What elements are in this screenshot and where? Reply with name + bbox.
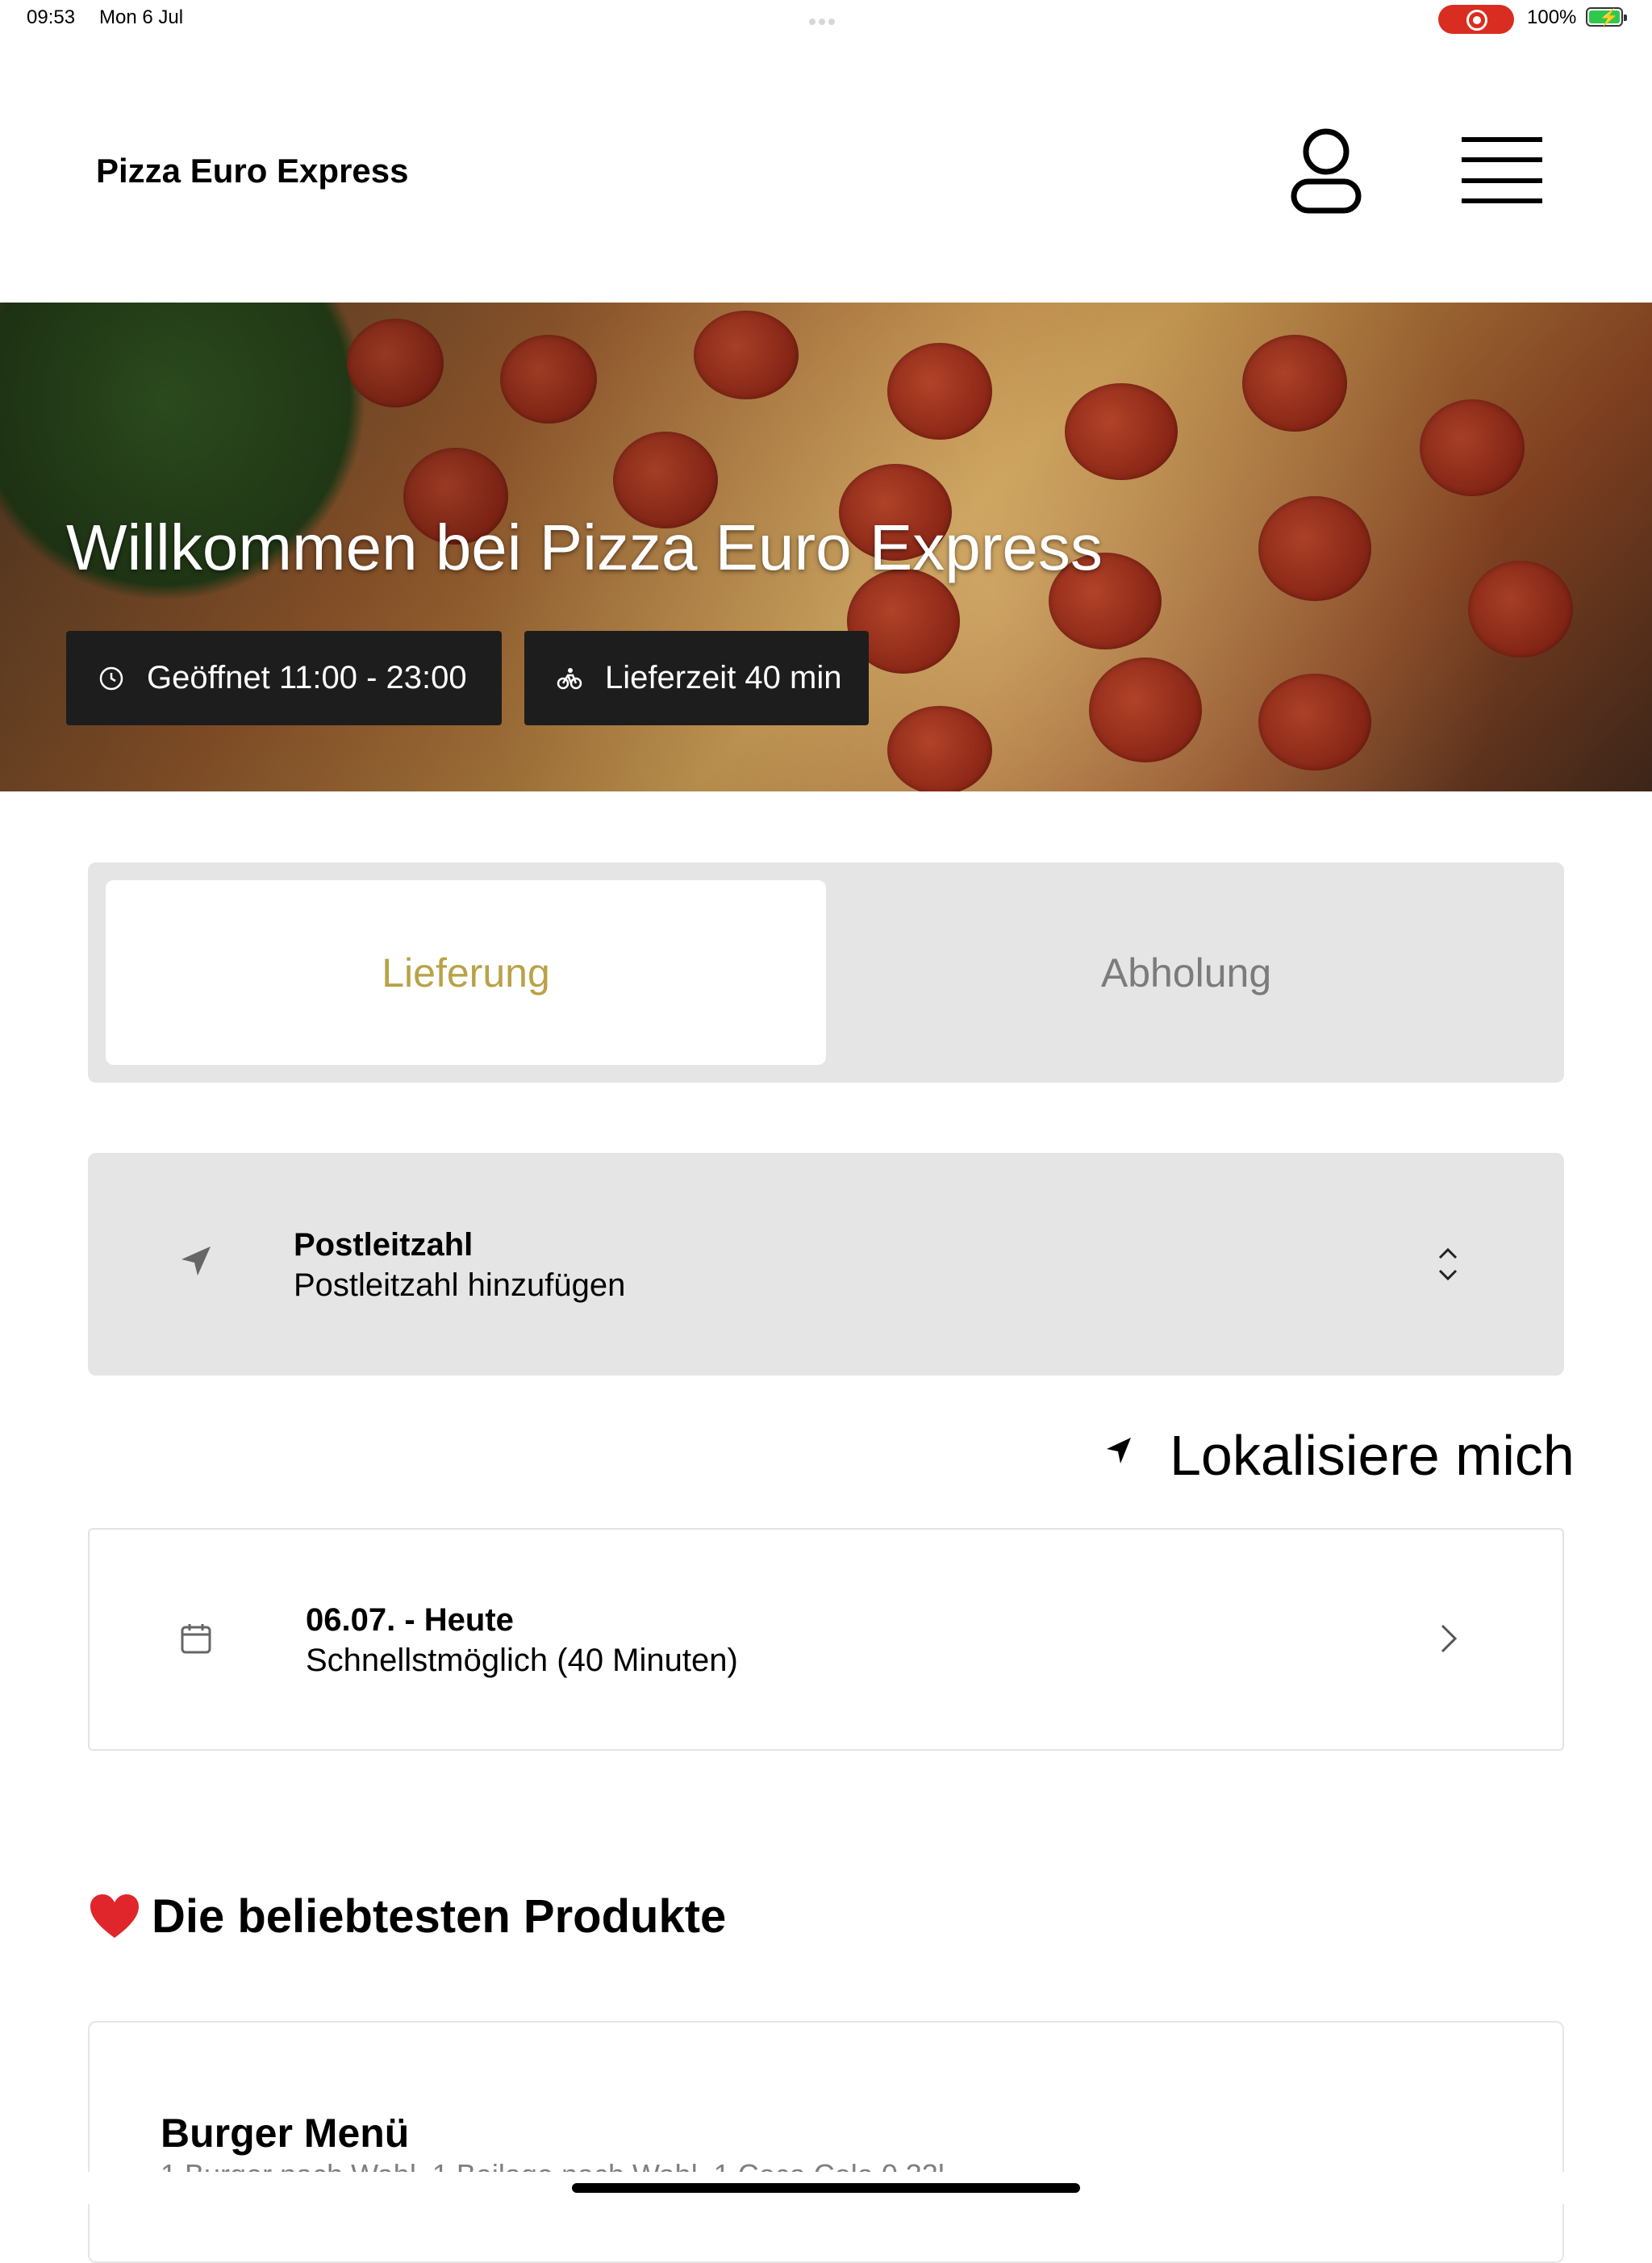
clock-icon — [99, 666, 123, 690]
record-icon — [1466, 10, 1487, 31]
tab-pickup[interactable]: Abholung — [826, 880, 1546, 1065]
app-title[interactable]: Pizza Euro Express — [96, 152, 409, 190]
battery-percentage: 100% — [1527, 6, 1577, 28]
postcode-placeholder: Postleitzahl hinzufügen — [294, 1267, 626, 1303]
opening-hours-chip: Geöffnet 11:00 - 23:00 — [66, 631, 502, 725]
order-mode-segmented-control: Lieferung Abholung — [88, 862, 1564, 1083]
user-icon[interactable] — [1289, 127, 1363, 215]
status-date: Mon 6 Jul — [99, 6, 184, 28]
postcode-label: Postleitzahl — [294, 1227, 473, 1263]
product-name: Burger Menü — [161, 2111, 410, 2156]
location-arrow-icon — [181, 1246, 211, 1276]
date-subtitle: Schnellstmöglich (40 Minuten) — [306, 1643, 738, 1678]
navigation-arrow-icon[interactable] — [1105, 1436, 1134, 1465]
heart-icon — [90, 1894, 139, 1938]
opening-hours-text: Geöffnet 11:00 - 23:00 — [147, 660, 467, 695]
tab-delivery[interactable]: Lieferung — [106, 880, 826, 1065]
hero-banner: Willkommen bei Pizza Euro Express Geöffn… — [0, 303, 1652, 791]
bicycle-icon — [557, 667, 582, 689]
status-time: 09:53 — [27, 6, 76, 28]
screen-recording-indicator[interactable] — [1438, 5, 1514, 34]
battery-icon: ⚡ — [1586, 7, 1627, 27]
calendar-icon — [181, 1624, 211, 1654]
multitasking-dots[interactable] — [809, 15, 841, 25]
delivery-time-chip: Lieferzeit 40 min — [524, 631, 869, 725]
date-title: 06.07. - Heute — [306, 1602, 514, 1638]
locate-me-button[interactable]: Lokalisiere mich — [1170, 1423, 1575, 1488]
chevron-right-icon — [1441, 1624, 1458, 1653]
product-card[interactable]: Burger Menü 1 Burger nach Wahl, 1 Beilag… — [88, 2021, 1564, 2263]
popular-products-title: Die beliebtesten Produkte — [152, 1890, 727, 1943]
delivery-time-text: Lieferzeit 40 min — [605, 660, 842, 695]
hero-title: Willkommen bei Pizza Euro Express — [66, 511, 1103, 583]
chevron-up-down-icon — [1438, 1247, 1458, 1281]
home-indicator[interactable] — [572, 2183, 1080, 2193]
hamburger-menu-icon[interactable] — [1462, 136, 1542, 205]
postcode-selector[interactable]: Postleitzahl Postleitzahl hinzufügen — [88, 1153, 1564, 1376]
delivery-date-selector[interactable]: 06.07. - Heute Schnellstmöglich (40 Minu… — [88, 1528, 1564, 1751]
